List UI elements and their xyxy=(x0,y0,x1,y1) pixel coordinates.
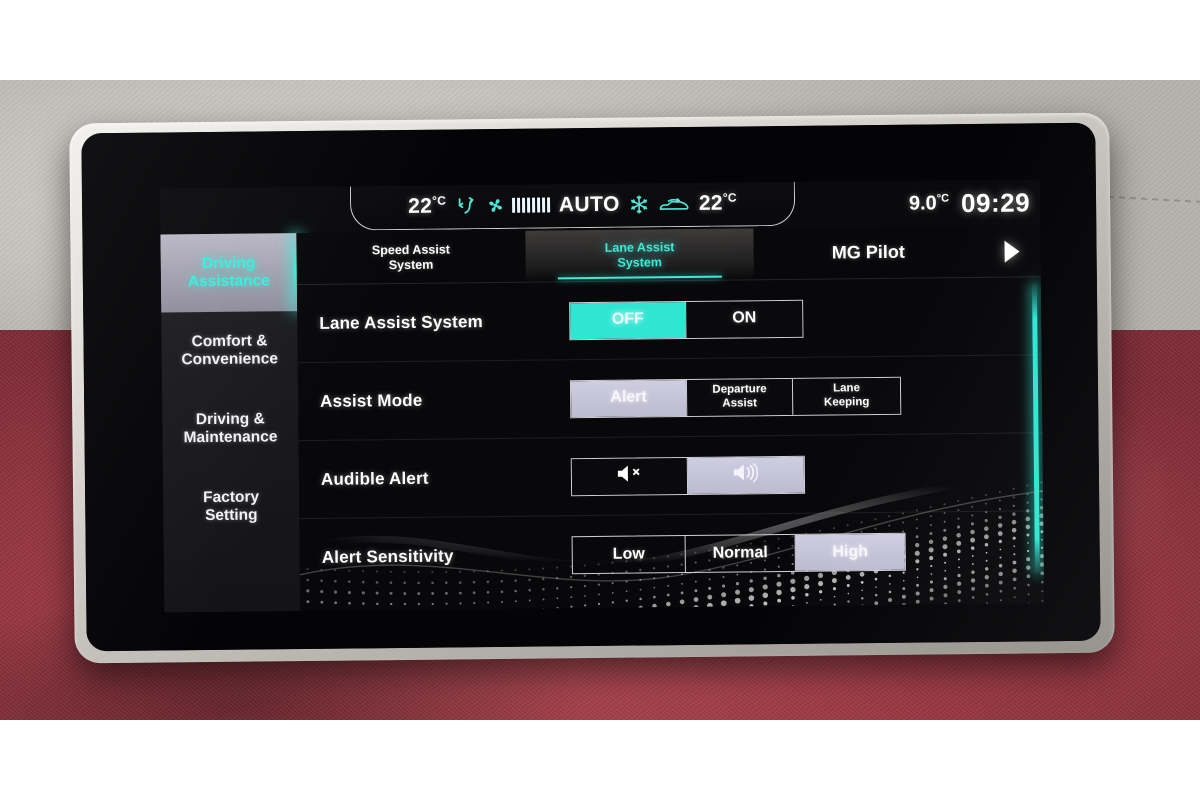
clock: 09:29 xyxy=(960,186,1031,218)
sidebar-item-label-line2: Setting xyxy=(204,506,258,525)
option-alert[interactable]: Alert xyxy=(570,379,687,417)
driver-temperature[interactable]: 22°C xyxy=(408,194,446,219)
air-recirculation-car-icon[interactable] xyxy=(658,193,690,213)
option-mute[interactable] xyxy=(571,457,688,495)
tab-label-line2: System xyxy=(388,257,434,272)
letterbox-top xyxy=(0,0,1200,80)
option-high[interactable]: High xyxy=(794,533,905,571)
setting-row-audible-alert: Audible Alert xyxy=(298,433,1044,520)
fan-icon[interactable] xyxy=(486,196,505,215)
option-label-line2: Keeping xyxy=(823,395,870,409)
sidebar-item-driving-assistance[interactable]: Driving Assistance xyxy=(160,233,298,313)
option-lane-keeping[interactable]: Lane Keeping xyxy=(791,377,901,415)
content-panel: Speed Assist System Lane Assist System M… xyxy=(296,225,1045,612)
sidebar-item-factory-setting[interactable]: Factory Setting xyxy=(163,467,300,546)
tab-label-line1: MG Pilot xyxy=(831,241,905,263)
tab-label-line1: Speed Assist xyxy=(371,242,450,258)
main-body: Driving Assistance Comfort & Convenience… xyxy=(160,225,1045,613)
tab-lane-assist-system[interactable]: Lane Assist System xyxy=(525,228,755,282)
sidebar-item-label-line1: Driving xyxy=(201,254,256,272)
passenger-temperature[interactable]: 22°C xyxy=(699,190,737,215)
option-on[interactable]: ON xyxy=(685,300,803,338)
option-normal[interactable]: Normal xyxy=(684,534,795,573)
option-low[interactable]: Low xyxy=(573,536,685,573)
tab-speed-assist-system[interactable]: Speed Assist System xyxy=(296,231,525,284)
setting-label: Alert Sensitivity xyxy=(321,546,454,567)
assist-mode-selector: Alert Departure Assist Lane Keeping xyxy=(569,376,902,418)
lane-assist-system-toggle: OFF ON xyxy=(569,299,804,340)
option-departure-assist[interactable]: Departure Assist xyxy=(685,378,793,416)
letterbox-bottom xyxy=(0,720,1200,800)
status-bar-right: 9.0°C 09:29 xyxy=(909,179,1031,226)
option-label-line1: Lane xyxy=(833,382,861,395)
snowflake-icon[interactable] xyxy=(629,194,649,214)
sidebar-item-label-line2: Assistance xyxy=(187,272,270,291)
sidebar-item-label-line2: Convenience xyxy=(181,350,279,369)
next-arrow-icon xyxy=(1003,240,1020,263)
sidebar-item-label-line1: Driving & xyxy=(195,410,265,428)
option-label-line1: Departure xyxy=(712,383,767,397)
sidebar-item-label-line2: Maintenance xyxy=(183,428,278,447)
speaker-mute-icon xyxy=(614,462,644,490)
sidebar-item-driving-maintenance[interactable]: Driving & Maintenance xyxy=(162,389,299,468)
option-off[interactable]: OFF xyxy=(570,301,686,339)
option-label-line2: Assist xyxy=(722,396,757,410)
option-sound-on[interactable] xyxy=(686,456,805,494)
sidebar-item-comfort-convenience[interactable]: Comfort & Convenience xyxy=(161,311,298,390)
climate-control-pod[interactable]: 22°C AUTO 22°C xyxy=(349,179,796,231)
infotainment-head-unit: 22°C AUTO 22°C 9.0°C 09:29 Driving Assis… xyxy=(69,112,1115,664)
setting-row-alert-sensitivity: Alert Sensitivity Low Normal High xyxy=(299,511,1044,597)
tab-next-button[interactable] xyxy=(982,225,1041,277)
sidebar: Driving Assistance Comfort & Convenience… xyxy=(160,233,301,613)
tab-mg-pilot[interactable]: MG Pilot xyxy=(754,226,983,279)
photo-frame: 22°C AUTO 22°C 9.0°C 09:29 Driving Assis… xyxy=(0,0,1200,800)
auto-mode-label[interactable]: AUTO xyxy=(559,192,620,217)
setting-label: Assist Mode xyxy=(320,390,423,411)
screen-housing: 22°C AUTO 22°C 9.0°C 09:29 Driving Assis… xyxy=(81,122,1101,652)
setting-label: Lane Assist System xyxy=(319,311,484,333)
setting-row-lane-assist-system: Lane Assist System OFF ON xyxy=(296,277,1042,364)
tab-label-line2: System xyxy=(617,254,663,270)
tab-label-line1: Lane Assist xyxy=(604,239,675,255)
tab-bar: Speed Assist System Lane Assist System M… xyxy=(296,225,1041,286)
settings-list: Lane Assist System OFF ON Assist Mode Al… xyxy=(296,277,1044,597)
speaker-on-icon xyxy=(731,461,761,489)
setting-row-assist-mode: Assist Mode Alert Departure Assist Lane xyxy=(297,355,1043,442)
sidebar-item-label-line1: Factory xyxy=(203,488,260,506)
alert-sensitivity-selector: Low Normal High xyxy=(571,532,906,575)
setting-label: Audible Alert xyxy=(320,468,429,489)
sidebar-item-label-line1: Comfort & xyxy=(191,332,268,350)
infotainment-ui: 22°C AUTO 22°C 9.0°C 09:29 Driving Assis… xyxy=(159,179,1045,613)
audible-alert-toggle xyxy=(570,455,806,496)
fan-speed-level[interactable] xyxy=(512,197,550,213)
airflow-direction-icon[interactable] xyxy=(455,195,477,217)
outside-temperature: 9.0°C xyxy=(908,191,950,215)
